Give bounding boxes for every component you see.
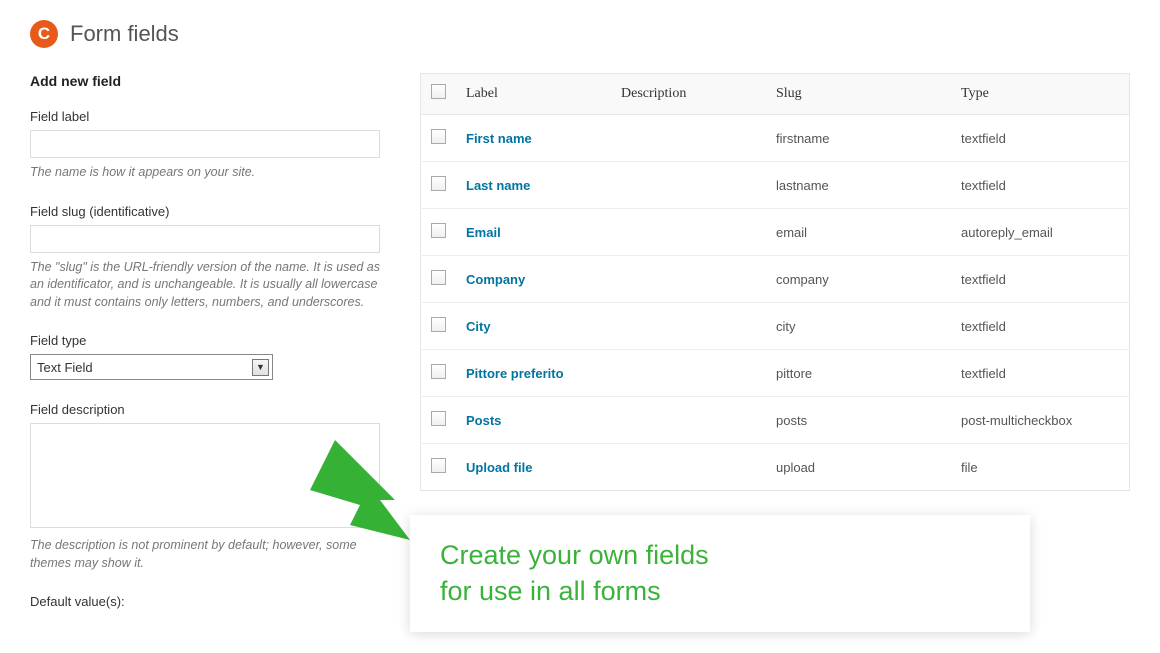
row-checkbox[interactable] (431, 176, 446, 191)
field-description-cell (611, 397, 766, 444)
table-row: City citytextfield (421, 303, 1130, 350)
table-row: Posts postspost-multicheckbox (421, 397, 1130, 444)
field-label-help: The name is how it appears on your site. (30, 164, 390, 182)
page-title: Form fields (70, 21, 179, 47)
field-label-link[interactable]: Email (466, 225, 501, 240)
field-type-cell: file (951, 444, 1130, 491)
callout-box: Create your own fields for use in all fo… (410, 515, 1030, 632)
col-header-slug[interactable]: Slug (766, 74, 951, 115)
field-label-link[interactable]: City (466, 319, 491, 334)
field-slug-cell: email (766, 209, 951, 256)
table-row: Email emailautoreply_email (421, 209, 1130, 256)
field-slug-cell: pittore (766, 350, 951, 397)
field-type-label: Field type (30, 333, 390, 348)
row-checkbox[interactable] (431, 411, 446, 426)
row-checkbox[interactable] (431, 364, 446, 379)
field-label-link[interactable]: First name (466, 131, 532, 146)
col-header-description[interactable]: Description (611, 74, 766, 115)
field-type-cell: textfield (951, 303, 1130, 350)
logo-icon: C (30, 20, 58, 48)
field-type-cell: textfield (951, 115, 1130, 162)
field-description-cell (611, 350, 766, 397)
field-description-cell (611, 444, 766, 491)
field-slug-help: The "slug" is the URL-friendly version o… (30, 259, 390, 312)
field-description-textarea[interactable] (30, 423, 380, 528)
table-row: First name firstnametextfield (421, 115, 1130, 162)
field-slug-cell: posts (766, 397, 951, 444)
callout-line2: for use in all forms (440, 573, 1000, 609)
field-label-link[interactable]: Company (466, 272, 525, 287)
field-type-select[interactable]: Text Field ▼ (30, 354, 273, 380)
field-type-selected: Text Field (37, 360, 93, 375)
field-description-cell (611, 256, 766, 303)
field-type-cell: textfield (951, 162, 1130, 209)
field-label-label: Field label (30, 109, 390, 124)
field-description-cell (611, 115, 766, 162)
callout-line1: Create your own fields (440, 537, 1000, 573)
field-slug-cell: city (766, 303, 951, 350)
field-slug-label: Field slug (identificative) (30, 204, 390, 219)
field-slug-cell: lastname (766, 162, 951, 209)
table-row: Upload file uploadfile (421, 444, 1130, 491)
field-slug-cell: firstname (766, 115, 951, 162)
field-description-cell (611, 162, 766, 209)
col-header-type[interactable]: Type (951, 74, 1130, 115)
table-row: Last name lastnametextfield (421, 162, 1130, 209)
field-slug-cell: upload (766, 444, 951, 491)
field-type-cell: post-multicheckbox (951, 397, 1130, 444)
field-slug-input[interactable] (30, 225, 380, 253)
page-header: C Form fields (30, 20, 1130, 48)
fields-table: Label Description Slug Type First name fi… (420, 73, 1130, 491)
chevron-down-icon: ▼ (252, 359, 269, 376)
field-slug-cell: company (766, 256, 951, 303)
field-type-cell: autoreply_email (951, 209, 1130, 256)
row-checkbox[interactable] (431, 458, 446, 473)
col-header-label[interactable]: Label (456, 74, 611, 115)
row-checkbox[interactable] (431, 317, 446, 332)
row-checkbox[interactable] (431, 129, 446, 144)
field-label-input[interactable] (30, 130, 380, 158)
field-type-cell: textfield (951, 256, 1130, 303)
row-checkbox[interactable] (431, 270, 446, 285)
field-label-link[interactable]: Last name (466, 178, 530, 193)
table-row: Company companytextfield (421, 256, 1130, 303)
field-label-link[interactable]: Upload file (466, 460, 532, 475)
field-label-link[interactable]: Pittore preferito (466, 366, 564, 381)
add-new-field-heading: Add new field (30, 73, 390, 89)
table-row: Pittore preferito pittoretextfield (421, 350, 1130, 397)
default-values-label: Default value(s): (30, 594, 390, 609)
row-checkbox[interactable] (431, 223, 446, 238)
field-description-label: Field description (30, 402, 390, 417)
field-type-cell: textfield (951, 350, 1130, 397)
field-description-help: The description is not prominent by defa… (30, 537, 390, 572)
select-all-checkbox[interactable] (431, 84, 446, 99)
field-description-cell (611, 303, 766, 350)
field-description-cell (611, 209, 766, 256)
field-label-link[interactable]: Posts (466, 413, 501, 428)
